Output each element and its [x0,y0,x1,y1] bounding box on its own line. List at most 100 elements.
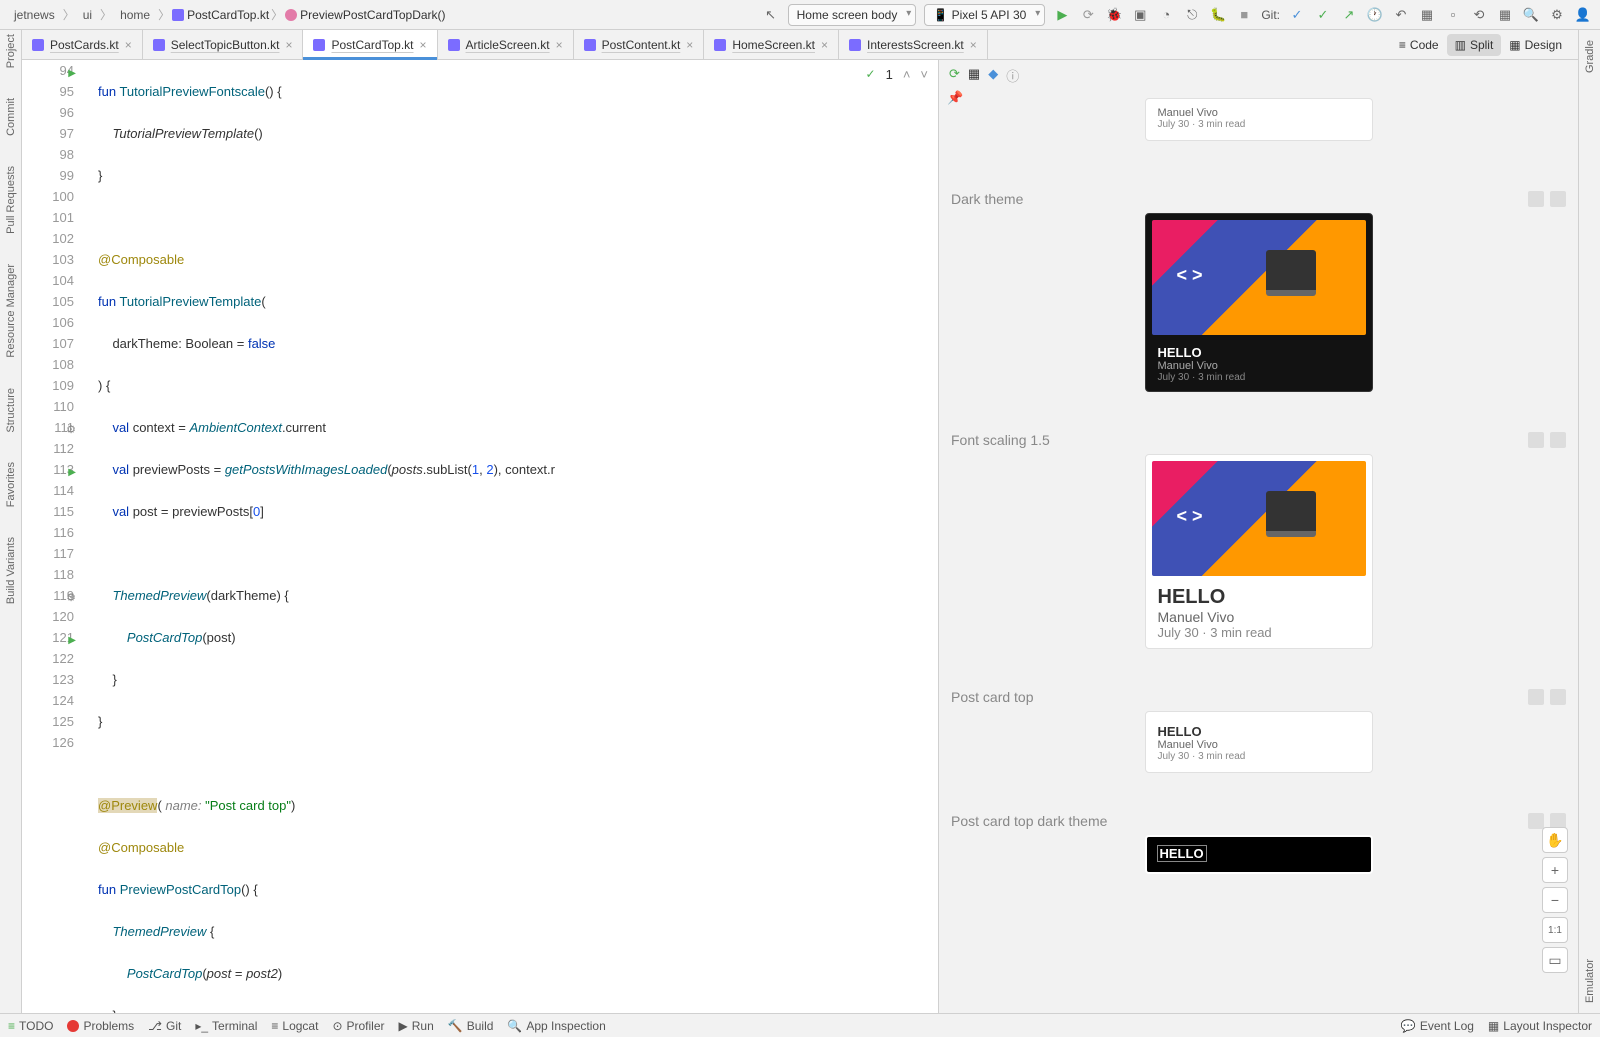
kotlin-file-icon [172,9,184,21]
animation-preview-icon[interactable] [1550,432,1566,448]
tab-selecttopicbutton[interactable]: SelectTopicButton.kt× [143,30,304,59]
rail-project[interactable]: Project [5,34,17,68]
preview-card-dark[interactable]: HELLO Manuel Vivo July 30 · 3 min read [1145,213,1373,392]
attach-icon[interactable]: ⎋ [1183,6,1201,24]
view-design-button[interactable]: ▦ Design [1501,34,1570,56]
next-highlight-icon[interactable]: ˅ [920,64,928,85]
stop-icon[interactable]: ■ [1235,6,1253,24]
rail-structure[interactable]: Structure [5,388,17,433]
tab-postcards[interactable]: PostCards.kt× [22,30,143,59]
run-config-dropdown[interactable]: Home screen body [788,4,917,26]
tab-postcardtop[interactable]: PostCardTop.kt× [303,30,437,59]
animation-preview-icon[interactable] [1550,191,1566,207]
zoom-controls: ✋ + − 1:1 ▭ [1542,827,1568,973]
bb-terminal[interactable]: ▸_ Terminal [195,1019,257,1033]
code-editor[interactable]: ✓ 1 ˄ ˅ 94▶95969798991001011021031041051… [22,60,938,1013]
run-gutter-icon[interactable]: ▶ [64,630,76,642]
close-icon[interactable]: × [285,38,292,52]
user-icon[interactable]: 👤 [1574,6,1592,24]
deploy-preview-icon[interactable] [1528,432,1544,448]
close-icon[interactable]: × [420,38,427,52]
vcs-commit-icon[interactable]: ✓ [1314,6,1332,24]
vcs-push-icon[interactable]: ↗ [1340,6,1358,24]
gear-gutter-icon[interactable]: ⚙ [64,420,76,432]
info-icon[interactable]: ⓘ [1006,66,1019,85]
pan-icon[interactable]: ✋ [1542,827,1568,853]
back-icon[interactable]: ↖ [762,6,780,24]
zoom-fit-icon[interactable]: ▭ [1542,947,1568,973]
preview-card-fontscale[interactable]: HELLO Manuel Vivo July 30 · 3 min read [1145,454,1373,649]
pin-icon[interactable]: 📌 [947,90,963,106]
history-icon[interactable]: 🕐 [1366,6,1384,24]
view-code-button[interactable]: ≡ Code [1391,34,1447,56]
bb-git[interactable]: ⎇ Git [148,1019,181,1033]
tab-postcontent[interactable]: PostContent.kt× [574,30,705,59]
deploy-preview-icon[interactable] [1528,191,1544,207]
search-icon[interactable]: 🔍 [1522,6,1540,24]
close-icon[interactable]: × [125,38,132,52]
breadcrumb-folder-2[interactable]: home [114,6,156,24]
layers-icon[interactable]: ◆ [988,66,998,85]
coverage-icon[interactable]: ▣ [1131,6,1149,24]
rail-favorites[interactable]: Favorites [5,462,17,507]
breadcrumb-project[interactable]: jetnews [8,6,61,24]
animation-preview-icon[interactable] [1550,689,1566,705]
view-split-button[interactable]: ▥ Split [1447,34,1502,56]
device-dropdown[interactable]: 📱 Pixel 5 API 30 [924,4,1045,26]
zoom-in-icon[interactable]: + [1542,857,1568,883]
rail-emulator[interactable]: Emulator [1584,959,1596,1003]
tab-homescreen[interactable]: HomeScreen.kt× [704,30,839,59]
apply-changes-icon[interactable]: ⟳ [1079,6,1097,24]
tab-interestsscreen[interactable]: InterestsScreen.kt× [839,30,988,59]
vcs-update-icon[interactable]: ✓ [1288,6,1306,24]
rollback-icon[interactable]: ↶ [1392,6,1410,24]
bb-run[interactable]: ▶ Run [399,1019,434,1033]
run-gutter-icon[interactable]: ▶ [64,462,76,474]
interactive-icon[interactable]: ▦ [968,66,980,85]
rail-commit[interactable]: Commit [5,98,17,136]
rail-build-variants[interactable]: Build Variants [5,537,17,604]
rail-gradle[interactable]: Gradle [1584,40,1596,73]
bb-problems[interactable]: Problems [67,1019,134,1033]
avd-icon[interactable]: ▦ [1418,6,1436,24]
run-icon[interactable]: ▶ [1053,6,1071,24]
bb-profiler[interactable]: ⊙ Profiler [332,1019,384,1033]
structure-icon[interactable]: ▦ [1496,6,1514,24]
bb-appinspection[interactable]: 🔍 App Inspection [507,1019,605,1033]
bb-logcat[interactable]: ≡ Logcat [271,1019,318,1033]
inspection-ok-icon[interactable]: ✓ [866,64,876,85]
zoom-1to1[interactable]: 1:1 [1542,917,1568,943]
android-debug-icon[interactable]: 🐛 [1209,6,1227,24]
bb-build[interactable]: 🔨 Build [448,1019,494,1033]
tab-articlescreen[interactable]: ArticleScreen.kt× [438,30,574,59]
breadcrumb-function[interactable]: PreviewPostCardTopDark() [285,8,445,22]
close-icon[interactable]: × [686,38,693,52]
profile-icon[interactable]: ◔ [1157,6,1175,24]
close-icon[interactable]: × [556,38,563,52]
code-area[interactable]: fun TutorialPreviewFontscale() { Tutoria… [92,60,938,1013]
refresh-icon[interactable]: ⟳ [949,66,960,85]
settings-icon[interactable]: ⚙ [1548,6,1566,24]
bb-layoutinspector[interactable]: ▦ Layout Inspector [1488,1019,1592,1033]
rail-resource-manager[interactable]: Resource Manager [5,264,17,358]
zoom-out-icon[interactable]: − [1542,887,1568,913]
debug-icon[interactable]: 🐞 [1105,6,1123,24]
close-icon[interactable]: × [821,38,828,52]
bb-eventlog[interactable]: 💬 Event Log [1401,1019,1474,1033]
rail-pull-requests[interactable]: Pull Requests [5,166,17,234]
bb-todo[interactable]: ≡TODO [8,1019,53,1033]
breadcrumb-file[interactable]: PostCardTop.kt [172,8,269,22]
run-gutter-icon[interactable]: ▶ [64,63,76,75]
close-icon[interactable]: × [970,38,977,52]
sync-icon[interactable]: ⟲ [1470,6,1488,24]
deploy-preview-icon[interactable] [1528,689,1544,705]
kotlin-file-icon [448,39,460,51]
preview-card-postcardtopdark[interactable]: HELLO [1145,835,1373,874]
prev-highlight-icon[interactable]: ˄ [903,64,911,85]
sdk-icon[interactable]: ▫ [1444,6,1462,24]
inspection-count[interactable]: 1 [886,64,893,85]
gear-gutter-icon[interactable]: ⚙ [64,588,76,600]
breadcrumb-folder-1[interactable]: ui [77,6,98,24]
preview-card-partial[interactable]: Manuel Vivo July 30 · 3 min read [1145,98,1373,141]
preview-card-postcardtop[interactable]: HELLO Manuel Vivo July 30 · 3 min read [1145,711,1373,773]
